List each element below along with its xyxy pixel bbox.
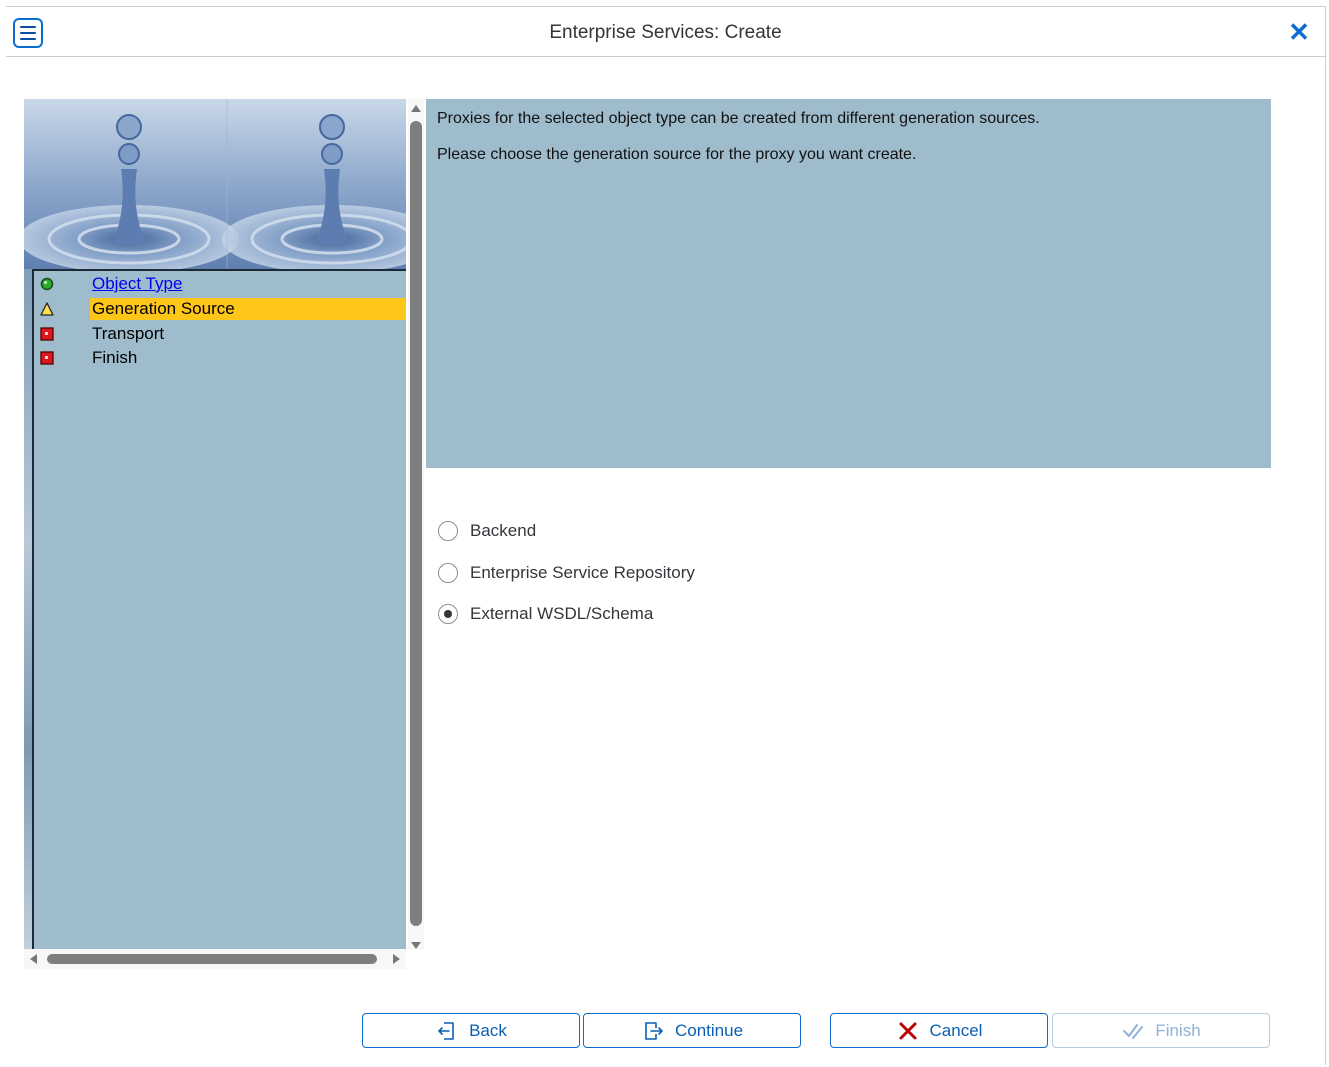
info-text: Please choose the generation source for … bbox=[437, 146, 917, 163]
step-label: Generation Source bbox=[90, 298, 406, 320]
radio-option-backend[interactable]: Backend bbox=[438, 519, 536, 543]
radio-label[interactable]: Backend bbox=[470, 521, 536, 541]
radio-button[interactable] bbox=[438, 521, 458, 541]
scroll-down-icon[interactable] bbox=[411, 942, 421, 949]
cancel-button[interactable]: Cancel bbox=[830, 1013, 1048, 1048]
step-object-type[interactable]: Object Type bbox=[34, 273, 406, 295]
step-transport[interactable]: Transport bbox=[34, 323, 406, 345]
step-label[interactable]: Object Type bbox=[90, 273, 184, 295]
radio-label[interactable]: External WSDL/Schema bbox=[470, 604, 653, 624]
step-label: Finish bbox=[92, 348, 138, 367]
title-bar: Enterprise Services: Create ✕ bbox=[6, 7, 1325, 57]
info-text: Proxies for the selected object type can… bbox=[437, 110, 1040, 127]
scroll-right-icon[interactable] bbox=[393, 954, 400, 964]
continue-button-label: Continue bbox=[674, 1020, 744, 1040]
info-panel: Proxies for the selected object type can… bbox=[426, 99, 1271, 468]
cancel-x-icon bbox=[899, 1022, 917, 1039]
horizontal-scrollbar[interactable] bbox=[24, 949, 406, 969]
red-square-icon bbox=[40, 327, 54, 341]
finish-button[interactable]: Finish bbox=[1052, 1013, 1270, 1048]
radio-option-enterprise-service-repository[interactable]: Enterprise Service Repository bbox=[438, 561, 695, 585]
scrollbar-thumb[interactable] bbox=[47, 954, 377, 964]
finish-button-label: Finish bbox=[1155, 1020, 1201, 1040]
scroll-up-icon[interactable] bbox=[411, 105, 421, 112]
step-generation-source[interactable]: Generation Source bbox=[34, 298, 406, 320]
step-label: Transport bbox=[92, 324, 165, 343]
finish-check-icon bbox=[1123, 1023, 1144, 1039]
radio-button-selected[interactable] bbox=[438, 604, 458, 624]
continue-icon bbox=[645, 1021, 663, 1040]
vertical-scrollbar[interactable] bbox=[408, 99, 424, 949]
cancel-button-label: Cancel bbox=[929, 1020, 983, 1040]
wizard-step-navigation: Object Type Generation Source Transport … bbox=[24, 99, 406, 949]
radio-label[interactable]: Enterprise Service Repository bbox=[470, 563, 695, 583]
back-button-label: Back bbox=[469, 1020, 507, 1040]
radio-button[interactable] bbox=[438, 563, 458, 583]
scrollbar-thumb[interactable] bbox=[410, 121, 422, 926]
continue-button[interactable]: Continue bbox=[583, 1013, 801, 1048]
divider bbox=[32, 269, 406, 271]
back-button[interactable]: Back bbox=[362, 1013, 580, 1048]
radio-option-external-wsdl-schema[interactable]: External WSDL/Schema bbox=[438, 602, 653, 626]
back-icon bbox=[438, 1021, 454, 1040]
green-circle-icon bbox=[40, 277, 54, 291]
water-drop-banner-image bbox=[24, 99, 406, 269]
warning-triangle-icon bbox=[40, 302, 54, 316]
red-square-icon bbox=[40, 351, 54, 365]
close-icon[interactable]: ✕ bbox=[1285, 17, 1313, 47]
divider bbox=[32, 269, 34, 949]
scroll-left-icon[interactable] bbox=[30, 954, 37, 964]
step-finish[interactable]: Finish bbox=[34, 347, 406, 369]
dialog-title: Enterprise Services: Create bbox=[549, 22, 782, 43]
